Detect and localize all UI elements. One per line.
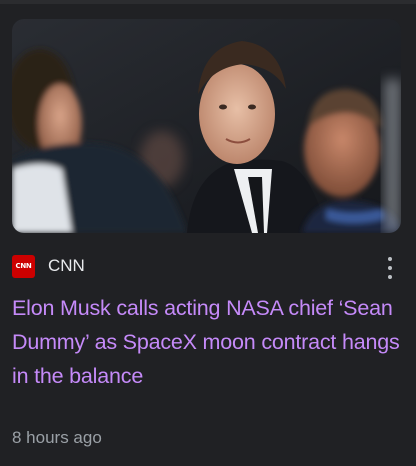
article-thumbnail[interactable] xyxy=(12,19,401,233)
more-vert-icon xyxy=(388,266,392,270)
more-options-button[interactable] xyxy=(386,257,394,279)
cnn-logo-icon: CNN xyxy=(12,254,35,278)
more-vert-icon xyxy=(388,257,392,261)
source-name: CNN xyxy=(48,256,85,275)
article-timestamp: 8 hours ago xyxy=(12,428,102,447)
more-vert-icon xyxy=(388,275,392,279)
article-headline[interactable]: Elon Musk calls acting NASA chief ‘Sean … xyxy=(12,291,400,393)
thumbnail-photo xyxy=(12,19,401,233)
article-source[interactable]: CNN CNN xyxy=(12,254,85,278)
news-card[interactable]: CNN CNN Elon Musk calls acting NASA chie… xyxy=(0,4,416,466)
